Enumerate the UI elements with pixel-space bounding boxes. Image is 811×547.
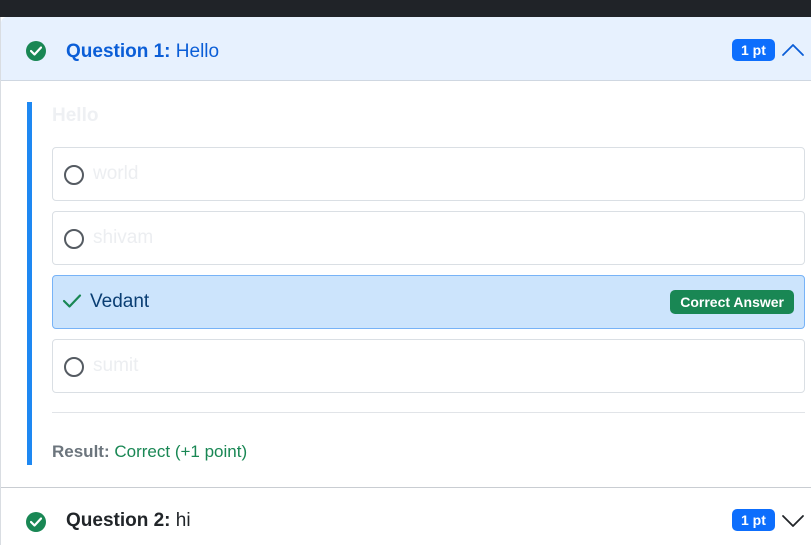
check-circle-icon <box>26 41 46 61</box>
checkmark-icon <box>62 293 82 314</box>
answer-option[interactable]: shivam <box>52 211 805 265</box>
chevron-down-icon[interactable] <box>781 508 805 532</box>
question-2-header[interactable]: Question 2: hi 1 pt <box>1 487 811 547</box>
question-prompt: Hello <box>52 105 99 126</box>
question-label: Question 1: <box>66 41 171 62</box>
points-badge: 1 pt <box>732 509 775 531</box>
result-label: Result: <box>52 442 110 461</box>
quiz-results-panel: Question 1: Hello 1 pt Hello world shiva… <box>0 17 811 547</box>
divider <box>52 412 805 413</box>
radio-circle-icon[interactable] <box>64 165 84 185</box>
result-value: Correct (+1 point) <box>114 442 248 461</box>
answer-option[interactable]: sumit <box>52 339 805 393</box>
option-label: Vedant <box>90 291 150 312</box>
answer-option[interactable]: world <box>52 147 805 201</box>
chevron-up-icon[interactable] <box>781 39 805 63</box>
question-2-title: Question 2: hi <box>66 510 191 532</box>
question-1-header[interactable]: Question 1: Hello 1 pt <box>1 17 811 81</box>
question-label: Question 2: <box>66 510 171 531</box>
question-text: Hello <box>175 41 220 62</box>
answer-option-correct[interactable]: Vedant Correct Answer <box>52 275 805 329</box>
radio-circle-icon[interactable] <box>64 357 84 377</box>
option-label: shivam <box>93 227 154 248</box>
question-body-accent-bar <box>27 102 32 465</box>
result-line: Result: Correct (+1 point) <box>52 442 247 462</box>
window-top-bar <box>0 0 811 17</box>
option-label: sumit <box>93 355 139 376</box>
question-1-title: Question 1: Hello <box>66 41 219 63</box>
points-badge: 1 pt <box>732 39 775 61</box>
option-label: world <box>93 163 139 184</box>
check-circle-icon <box>26 512 46 532</box>
radio-circle-icon[interactable] <box>64 229 84 249</box>
correct-answer-badge: Correct Answer <box>670 290 794 314</box>
question-text: hi <box>175 510 191 531</box>
